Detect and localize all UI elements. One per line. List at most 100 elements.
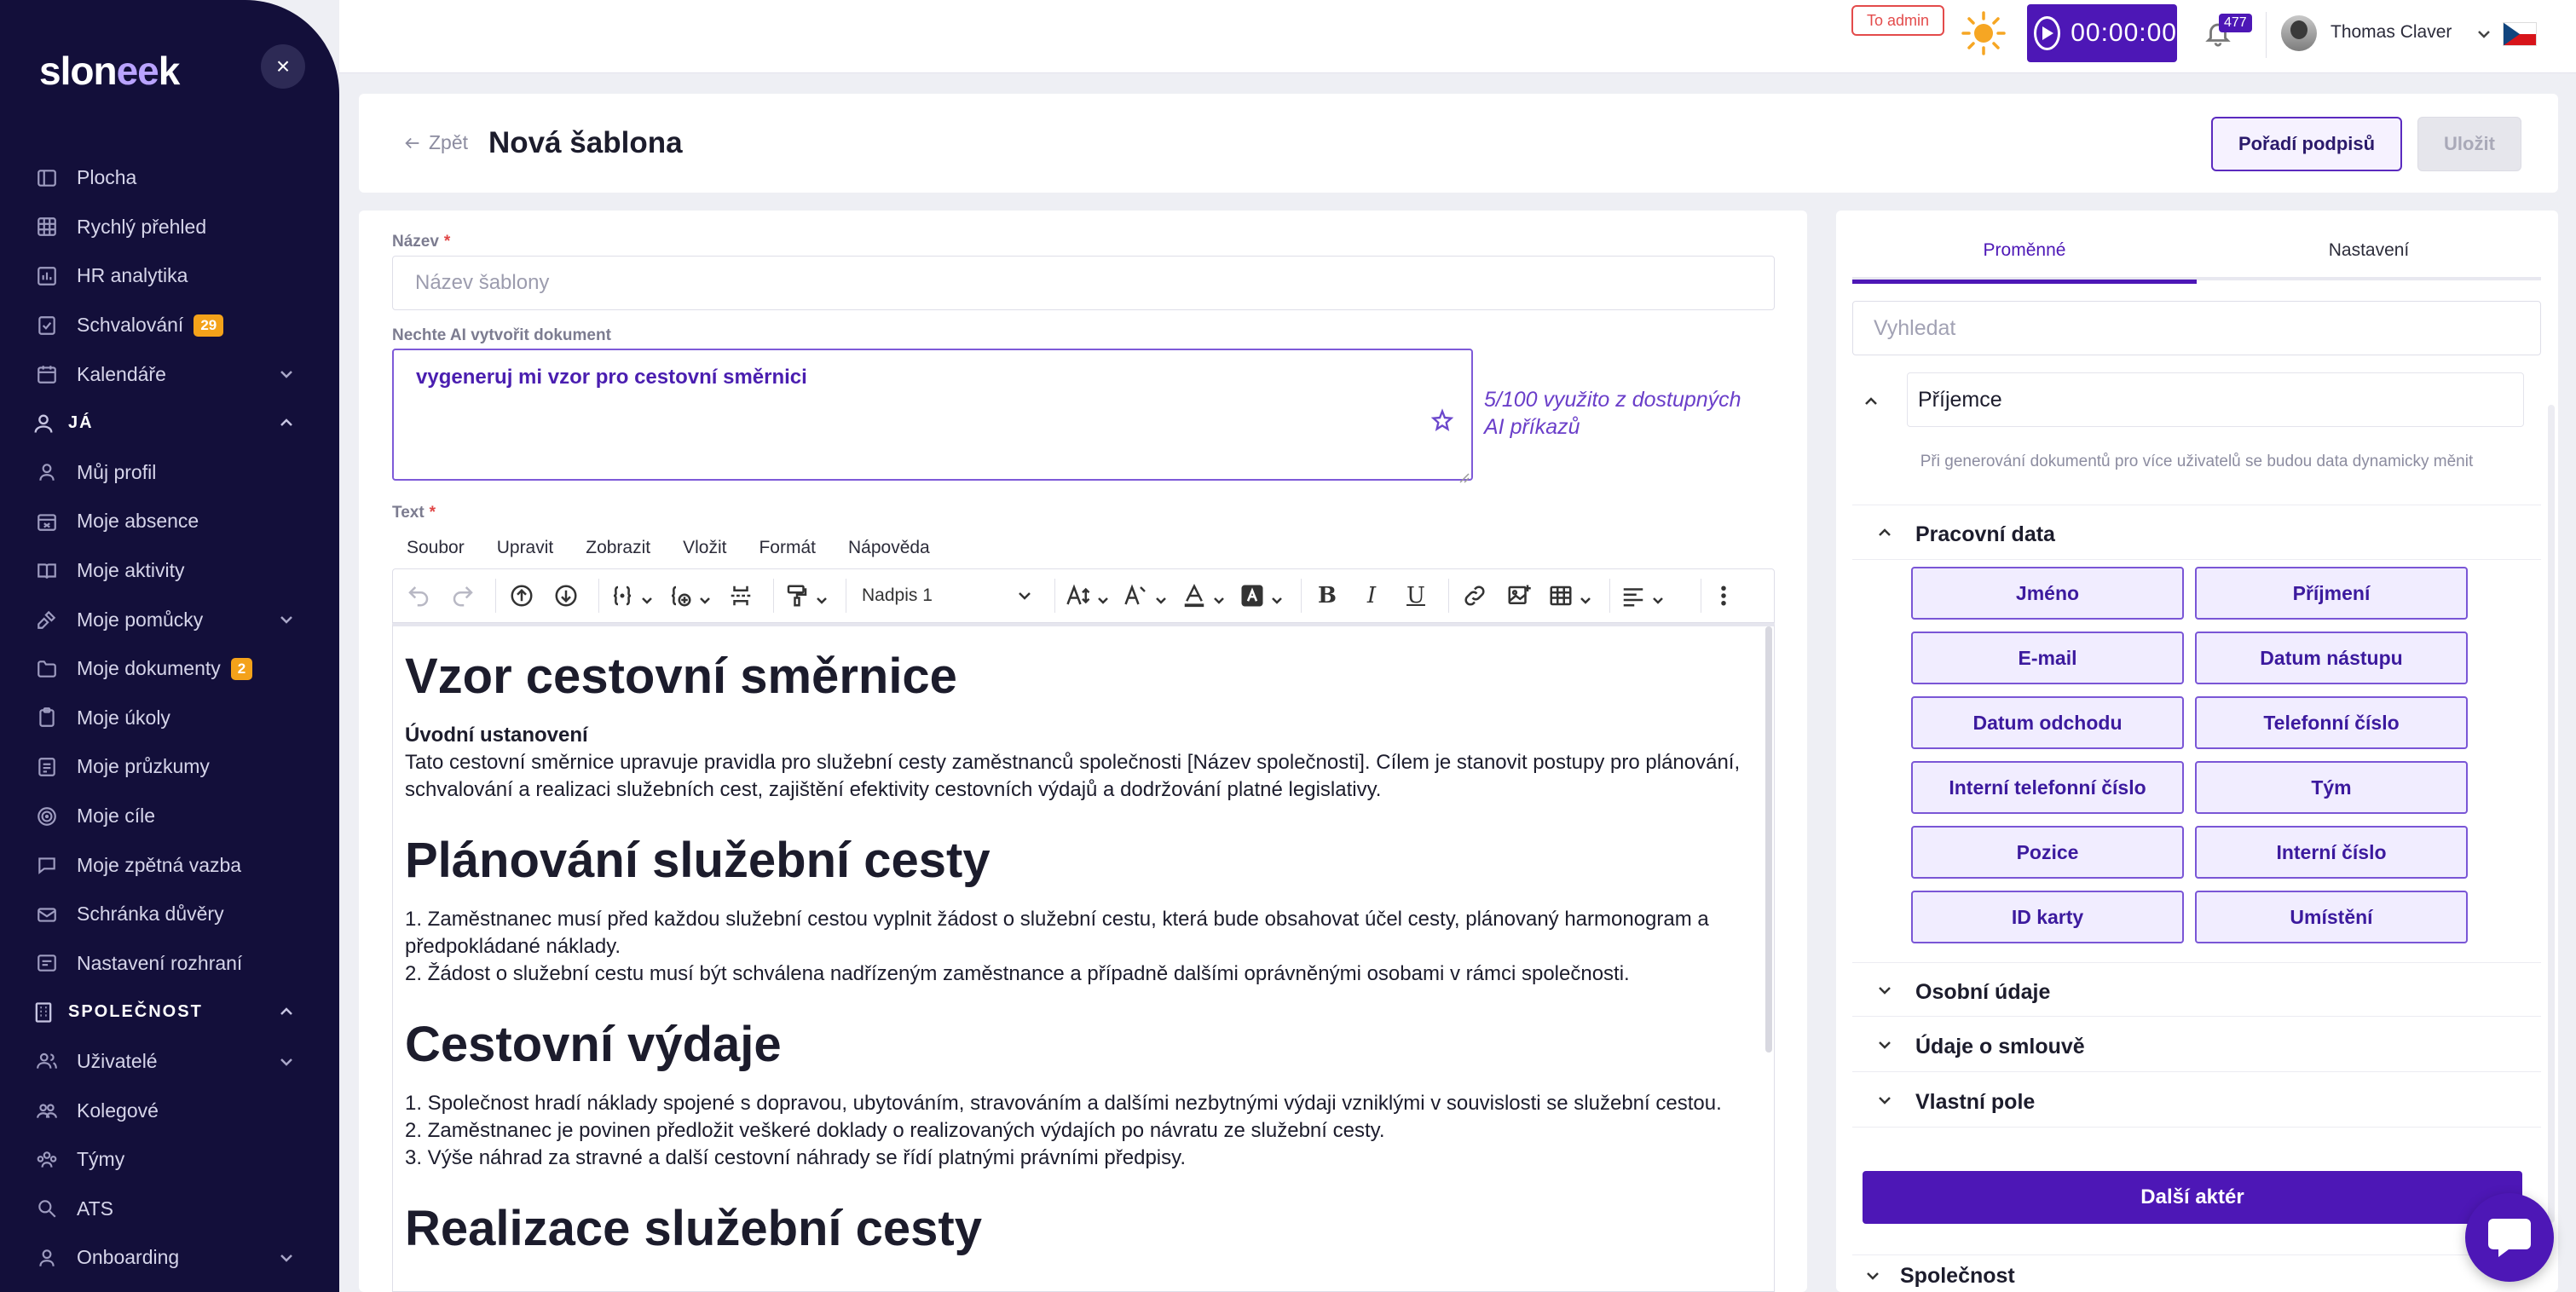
sidebar-item-label: Plocha bbox=[77, 166, 137, 189]
italic-icon[interactable]: I bbox=[1353, 575, 1390, 616]
sidebar-item-kolegove[interactable]: Kolegové bbox=[0, 1086, 339, 1135]
variable-button[interactable]: ID karty bbox=[1911, 891, 2184, 943]
upload-icon[interactable] bbox=[503, 575, 540, 616]
underline-icon[interactable]: U bbox=[1397, 575, 1435, 616]
sidebar-item-rychly-prehled[interactable]: Rychlý přehled bbox=[0, 203, 339, 252]
variable-button[interactable]: Příjmení bbox=[2195, 567, 2468, 620]
format-painter-icon[interactable] bbox=[781, 575, 832, 616]
variable-button[interactable]: Umístění bbox=[2195, 891, 2468, 943]
menu-zobrazit[interactable]: Zobrazit bbox=[586, 538, 650, 558]
sparkle-icon[interactable] bbox=[1430, 408, 1454, 432]
sidebar-item-hr-analytika[interactable]: HR analytika bbox=[0, 251, 339, 301]
chevron-down-icon bbox=[1864, 1267, 1881, 1284]
font-style-icon[interactable] bbox=[1120, 575, 1171, 616]
recipient-select[interactable]: Příjemce bbox=[1907, 372, 2524, 427]
page-break-icon[interactable] bbox=[722, 575, 760, 616]
sidebar-item-muj-profil[interactable]: Můj profil bbox=[0, 448, 339, 498]
template-name-input[interactable]: Název šablony bbox=[392, 256, 1775, 310]
toolbar-divider bbox=[1054, 579, 1055, 613]
sidebar-section-me[interactable]: JÁ bbox=[0, 399, 339, 448]
sidebar-item-schranka-duvery[interactable]: Schránka důvěry bbox=[0, 890, 339, 939]
sidebar-item-moje-cile[interactable]: Moje cíle bbox=[0, 792, 339, 841]
text-color-icon[interactable] bbox=[1178, 575, 1229, 616]
signature-order-button[interactable]: Pořadí podpisů bbox=[2211, 117, 2402, 171]
variable-icon[interactable] bbox=[606, 575, 657, 616]
sidebar-item-moje-pruzkumy[interactable]: Moje průzkumy bbox=[0, 742, 339, 792]
variable-button[interactable]: Telefonní číslo bbox=[2195, 696, 2468, 749]
insert-block-icon[interactable] bbox=[664, 575, 715, 616]
avatar[interactable] bbox=[2281, 15, 2317, 51]
accordion-personal-data[interactable]: Osobní údaje bbox=[1852, 962, 2541, 1017]
save-button[interactable]: Uložit bbox=[2417, 117, 2521, 171]
sidebar-item-onboarding[interactable]: Onboarding bbox=[0, 1233, 339, 1283]
time-tracker-button[interactable]: 00:00:00 bbox=[2027, 4, 2177, 62]
resize-handle[interactable] bbox=[1458, 465, 1470, 483]
more-options-icon[interactable] bbox=[1708, 575, 1739, 616]
variable-button[interactable]: Tým bbox=[2195, 761, 2468, 814]
panel-scrollbar[interactable] bbox=[2548, 405, 2555, 1223]
menu-soubor[interactable]: Soubor bbox=[407, 538, 465, 558]
variable-button[interactable]: Interní číslo bbox=[2195, 826, 2468, 879]
font-size-icon[interactable] bbox=[1062, 575, 1113, 616]
accordion-company[interactable]: Společnost bbox=[1852, 1255, 2541, 1292]
sidebar-item-label: Moje cíle bbox=[77, 805, 156, 828]
link-icon[interactable] bbox=[1456, 575, 1493, 616]
tab-variables[interactable]: Proměnné bbox=[1852, 236, 2197, 284]
variable-button[interactable]: Interní telefonní číslo bbox=[1911, 761, 2184, 814]
table-icon[interactable] bbox=[1545, 575, 1596, 616]
sidebar-item-ats[interactable]: ATS bbox=[0, 1184, 339, 1233]
sidebar-item-moje-aktivity[interactable]: Moje aktivity bbox=[0, 546, 339, 596]
align-left-icon[interactable] bbox=[1617, 575, 1668, 616]
sidebar-item-moje-dokumenty[interactable]: Moje dokumenty 2 bbox=[0, 644, 339, 694]
accordion-contract-data[interactable]: Údaje o smlouvě bbox=[1852, 1018, 2541, 1072]
to-admin-button[interactable]: To admin bbox=[1851, 5, 1945, 36]
undo-icon[interactable] bbox=[400, 575, 437, 616]
back-link[interactable]: Zpět bbox=[403, 131, 468, 154]
menu-upravit[interactable]: Upravit bbox=[497, 538, 554, 558]
sidebar-section-company[interactable]: SPOLEČNOST bbox=[0, 988, 339, 1037]
chevron-down-icon[interactable] bbox=[2475, 26, 2492, 43]
sidebar-item-moje-absence[interactable]: Moje absence bbox=[0, 497, 339, 546]
notifications-button[interactable]: 477 bbox=[2203, 14, 2252, 49]
highlight-color-icon[interactable] bbox=[1236, 575, 1287, 616]
bold-icon[interactable]: B bbox=[1308, 575, 1346, 616]
chat-support-button[interactable] bbox=[2465, 1193, 2554, 1282]
sidebar-item-uzivatele[interactable]: Uživatelé bbox=[0, 1037, 339, 1087]
tab-settings[interactable]: Nastavení bbox=[2197, 236, 2541, 280]
redo-icon[interactable] bbox=[444, 575, 482, 616]
variables-search-input[interactable]: Vyhledat bbox=[1852, 301, 2541, 355]
user-name[interactable]: Thomas Claver bbox=[2331, 22, 2452, 43]
chevron-up-icon[interactable] bbox=[1863, 393, 1881, 412]
sidebar-item-moje-zpetna-vazba[interactable]: Moje zpětná vazba bbox=[0, 840, 339, 890]
sidebar-item-kalendare[interactable]: Kalendáře bbox=[0, 349, 339, 399]
variable-button[interactable]: E-mail bbox=[1911, 632, 2184, 684]
editor-scrollbar[interactable] bbox=[1765, 626, 1772, 1053]
sidebar-item-moje-ukoly[interactable]: Moje úkoly bbox=[0, 694, 339, 743]
download-icon[interactable] bbox=[547, 575, 585, 616]
accordion-work-data[interactable]: Pracovní data bbox=[1852, 505, 2541, 560]
sidebar: sloneek × Plocha Rychlý přehled HR analy… bbox=[0, 0, 339, 1292]
chevron-up-icon bbox=[1876, 524, 1895, 543]
variable-button[interactable]: Jméno bbox=[1911, 567, 2184, 620]
sidebar-item-nastaveni-rozhrani[interactable]: Nastavení rozhraní bbox=[0, 939, 339, 989]
sidebar-item-tymy[interactable]: Týmy bbox=[0, 1135, 339, 1185]
document-editor[interactable]: Vzor cestovní směrnice Úvodní ustanovení… bbox=[392, 623, 1775, 1292]
sidebar-item-moje-pomucky[interactable]: Moje pomůcky bbox=[0, 595, 339, 644]
app-logo[interactable]: sloneek bbox=[39, 48, 180, 94]
menu-vlozit[interactable]: Vložit bbox=[683, 538, 726, 558]
close-sidebar-button[interactable]: × bbox=[261, 44, 305, 89]
sidebar-item-schvalovani[interactable]: Schvalování 29 bbox=[0, 301, 339, 350]
menu-napoveda[interactable]: Nápověda bbox=[848, 538, 930, 558]
next-actor-button[interactable]: Další aktér bbox=[1863, 1171, 2522, 1224]
sun-icon[interactable] bbox=[1961, 10, 2007, 56]
accordion-custom-fields[interactable]: Vlastní pole bbox=[1852, 1073, 2541, 1128]
variable-button[interactable]: Pozice bbox=[1911, 826, 2184, 879]
czech-flag-icon[interactable] bbox=[2503, 22, 2537, 46]
variable-button[interactable]: Datum nástupu bbox=[2195, 632, 2468, 684]
block-format-select[interactable]: Nadpis 1 bbox=[853, 575, 1041, 616]
image-icon[interactable] bbox=[1500, 575, 1538, 616]
ai-prompt-textarea[interactable]: vygeneruj mi vzor pro cestovní směrnici bbox=[392, 349, 1473, 483]
sidebar-item-plocha[interactable]: Plocha bbox=[0, 153, 339, 203]
menu-format[interactable]: Formát bbox=[759, 538, 816, 558]
variable-button[interactable]: Datum odchodu bbox=[1911, 696, 2184, 749]
